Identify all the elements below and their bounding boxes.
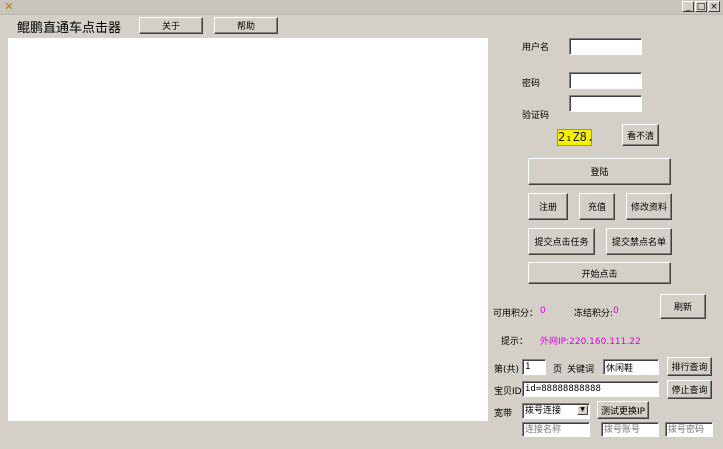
available-points-label: 可用积分： <box>493 309 539 319</box>
captcha-image: 2₁Z8. <box>557 129 595 146</box>
broadband-select-value: 拨号连接 <box>525 406 562 416</box>
dial-password-input[interactable] <box>665 422 713 437</box>
captcha-input[interactable] <box>569 95 642 112</box>
minimize-button[interactable]: _ <box>682 1 694 12</box>
submit-blocklist-button[interactable]: 提交禁点名单 <box>606 228 672 255</box>
submit-click-task-button[interactable]: 提交点击任务 <box>528 228 595 255</box>
password-label: 密码 <box>522 79 541 89</box>
rank-query-button[interactable]: 排行查询 <box>667 357 712 376</box>
app-icon: ✕ <box>4 0 14 13</box>
username-label: 用户名 <box>522 43 550 53</box>
chevron-down-icon[interactable]: ▼ <box>577 405 588 415</box>
test-ip-button[interactable]: 测试更换IP <box>597 401 649 419</box>
login-button[interactable]: 登陆 <box>528 158 671 185</box>
available-points-value: 0 <box>540 306 546 316</box>
refresh-captcha-button[interactable]: 看不清 <box>622 124 659 146</box>
app-title: 鲲鹏直通车点击器 <box>17 21 122 36</box>
item-id-label: 宝贝ID <box>494 387 522 397</box>
refresh-points-button[interactable]: 刷新 <box>660 294 706 319</box>
keyword-label: 关键词 <box>567 365 595 375</box>
register-button[interactable]: 注册 <box>528 193 568 220</box>
maximize-button[interactable]: □ <box>695 1 707 12</box>
recharge-button[interactable]: 充值 <box>579 193 615 220</box>
keyword-input[interactable] <box>603 359 659 375</box>
browser-view[interactable] <box>8 38 488 421</box>
about-button[interactable]: 关于 <box>139 17 203 34</box>
hint-value: 外网IP:220.160.111.22 <box>540 337 641 347</box>
page-suffix-label: 页 <box>553 365 563 375</box>
connection-name-input[interactable] <box>522 422 590 437</box>
title-bar <box>0 0 723 15</box>
username-input[interactable] <box>569 38 642 55</box>
frozen-points-label: 冻结积分: <box>574 309 614 319</box>
item-id-input[interactable] <box>522 381 659 397</box>
page-prefix-label: 第(共) <box>494 365 520 375</box>
edit-profile-button[interactable]: 修改资料 <box>626 193 672 220</box>
help-button[interactable]: 帮助 <box>214 17 278 34</box>
frozen-points-value: 0 <box>613 306 619 316</box>
captcha-label: 验证码 <box>522 111 550 121</box>
page-input[interactable] <box>522 359 546 375</box>
broadband-select[interactable]: 拨号连接 ▼ <box>522 403 590 419</box>
password-input[interactable] <box>569 72 642 89</box>
start-click-button[interactable]: 开始点击 <box>528 262 671 284</box>
close-button[interactable]: × <box>708 1 720 12</box>
hint-label: 提示： <box>501 337 529 347</box>
dial-account-input[interactable] <box>601 422 659 437</box>
stop-query-button[interactable]: 停止查询 <box>667 380 712 399</box>
broadband-label: 宽带 <box>494 409 513 419</box>
